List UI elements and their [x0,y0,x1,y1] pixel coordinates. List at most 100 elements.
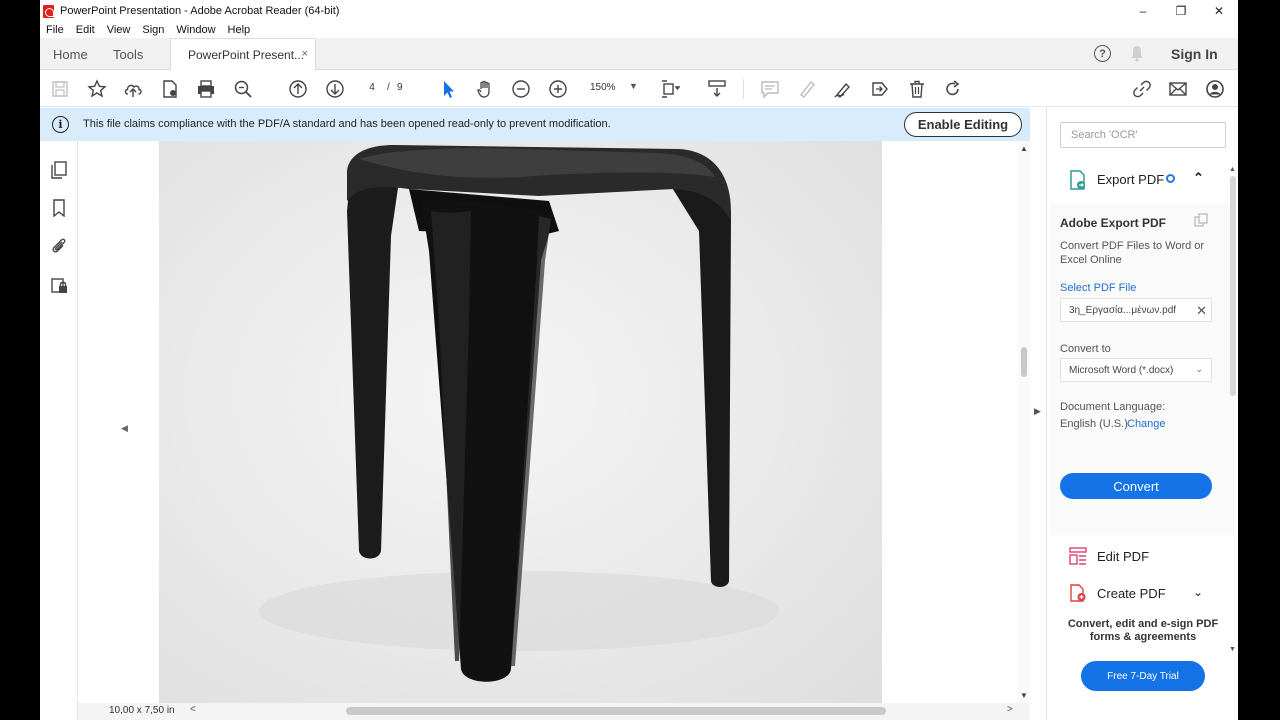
sign-in-button[interactable]: Sign In [1171,46,1218,62]
edit-pdf-label: Edit PDF [1097,549,1150,564]
horizontal-scrollbar-thumb[interactable] [346,707,886,715]
hand-tool-icon[interactable] [475,79,495,99]
convert-format-select[interactable]: Microsoft Word (*.docx) ⌄ [1060,358,1212,382]
remove-file-icon[interactable]: ✕ [1196,303,1207,319]
close-window-button[interactable]: ✕ [1200,0,1238,22]
free-trial-button[interactable]: Free 7-Day Trial [1081,661,1205,691]
chevron-down-icon[interactable]: ⌄ [1193,585,1203,599]
print-icon[interactable] [196,79,216,99]
collapse-chevron-up-icon[interactable]: ⌃ [1193,170,1204,186]
document-viewport[interactable] [92,141,1018,703]
zoom-in-icon[interactable] [548,79,568,99]
tool-create-pdf[interactable]: Create PDF ⌄ [1047,578,1237,608]
right-pane-scroll-thumb[interactable] [1230,176,1236,396]
tools-search-input[interactable]: Search 'OCR' [1060,122,1226,148]
page-total: 9 [397,82,403,93]
stool-photo [159,141,882,703]
tools-right-pane: Search 'OCR' Export PDF ⌃ Adobe Export P… [1046,108,1238,720]
tab-close-icon[interactable]: × [302,48,308,60]
collapse-right-pane-arrow-icon[interactable]: ▶ [1034,406,1041,417]
export-pdf-label: Export PDF [1097,172,1165,187]
scroll-up-arrow-icon[interactable]: ▲ [1229,166,1236,173]
page-number-input[interactable]: 4 [365,82,379,93]
attachments-paperclip-icon[interactable] [50,237,68,255]
menu-file[interactable]: File [46,24,64,36]
pdfa-info-banner: i This file claims compliance with the P… [40,108,1030,141]
delete-trash-icon[interactable] [907,79,927,99]
bookmark-star-icon[interactable] [87,79,107,99]
menu-sign[interactable]: Sign [142,24,164,36]
create-pdf-label: Create PDF [1097,586,1166,601]
bookmarks-icon[interactable] [50,199,68,218]
minimize-button[interactable]: – [1124,0,1162,22]
share-link-icon[interactable] [1132,79,1152,99]
copy-icon[interactable] [1194,213,1208,227]
toolbar-divider [743,79,744,99]
page-size-label: 10,00 x 7,50 in [109,705,175,716]
scroll-up-arrow-icon[interactable]: ▲ [1020,144,1028,153]
tab-tools[interactable]: Tools [113,38,143,70]
security-lock-icon[interactable] [50,277,68,295]
right-pane-scrollbar[interactable]: ▲ ▼ [1228,166,1238,653]
selected-file-name: 3η_Εργασία...μένων.pdf [1069,305,1177,316]
adobe-export-pdf-panel: Adobe Export PDF Convert PDF Files to Wo… [1050,203,1234,535]
adobe-export-title: Adobe Export PDF [1060,216,1167,230]
convert-to-label: Convert to [1060,343,1111,355]
document-info-icon[interactable] [160,79,180,99]
scroll-left-arrow-icon[interactable]: < [190,704,196,715]
menu-view[interactable]: View [107,24,131,36]
document-language-label: Document Language: [1060,401,1166,413]
edit-pdf-icon [1069,547,1087,565]
page-thumbnails-icon[interactable] [50,161,68,179]
black-stool-image [259,145,779,682]
sign-pen-icon[interactable] [833,79,853,99]
scroll-mode-icon[interactable] [707,79,727,99]
rotate-icon[interactable] [943,79,963,99]
account-user-icon[interactable] [1205,79,1225,99]
enable-editing-button[interactable]: Enable Editing [904,112,1022,137]
tool-edit-pdf[interactable]: Edit PDF [1047,541,1237,571]
scroll-down-arrow-icon[interactable]: ▼ [1020,691,1028,700]
next-page-icon[interactable] [325,79,345,99]
selected-file-field: 3η_Εργασία...μένων.pdf ✕ [1060,298,1212,322]
promo-text: Convert, edit and e-sign PDF forms & agr… [1067,618,1219,643]
select-cursor-icon[interactable] [438,79,458,99]
notifications-bell-icon[interactable] [1130,45,1144,62]
comment-icon[interactable] [760,79,780,99]
highlight-pen-icon[interactable] [797,79,817,99]
export-pdf-header[interactable]: Export PDF ⌃ [1047,162,1237,198]
zoom-dropdown-chevron-icon[interactable]: ▼ [629,81,638,91]
chevron-down-icon: ⌄ [1195,364,1203,374]
tab-document[interactable]: PowerPoint Present... × [170,38,316,71]
save-icon[interactable] [50,79,70,99]
document-vertical-scrollbar[interactable]: ▲ ▼ [1018,141,1030,703]
email-icon[interactable] [1168,79,1188,99]
pdf-page [92,141,882,703]
scrollbar-thumb[interactable] [1021,347,1027,377]
zoom-out-icon[interactable] [511,79,531,99]
convert-format-value: Microsoft Word (*.docx) [1069,365,1174,376]
select-pdf-file-link[interactable]: Select PDF File [1060,282,1136,294]
convert-button[interactable]: Convert [1060,473,1212,499]
help-icon[interactable]: ? [1094,45,1111,62]
restore-button[interactable]: ❐ [1162,0,1200,22]
scroll-right-arrow-icon[interactable]: > [1007,704,1013,715]
menu-window[interactable]: Window [176,24,215,36]
cloud-upload-icon[interactable] [123,79,143,99]
previous-page-icon[interactable] [288,79,308,99]
zoom-search-icon[interactable] [233,79,253,99]
scroll-down-arrow-icon[interactable]: ▼ [1229,646,1236,653]
status-bar: 10,00 x 7,50 in < > [78,703,1030,720]
fit-page-icon[interactable] [660,79,681,99]
menu-edit[interactable]: Edit [76,24,95,36]
share-forward-icon[interactable] [870,79,890,99]
left-navigation-pane [40,141,78,720]
collapse-left-pane-arrow-icon[interactable]: ◀ [121,423,128,434]
menu-help[interactable]: Help [228,24,251,36]
export-pdf-icon [1070,170,1085,190]
tab-home[interactable]: Home [53,38,88,70]
change-language-link[interactable]: Change [1127,418,1166,430]
window-controls: – ❐ ✕ [1124,0,1238,22]
adobe-export-description: Convert PDF Files to Word or Excel Onlin… [1060,240,1205,266]
zoom-level-select[interactable]: 150% [590,82,616,93]
